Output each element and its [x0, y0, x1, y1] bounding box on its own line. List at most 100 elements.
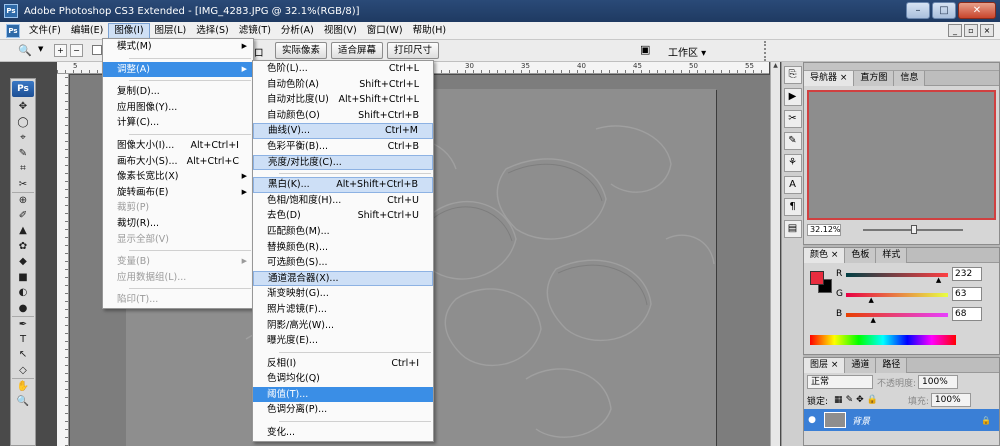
menu-item[interactable]: 计算(C)... [103, 115, 253, 131]
doc-close-button[interactable]: × [980, 24, 994, 37]
layer-name[interactable]: 背景 [852, 414, 870, 427]
navigator-zoom-slider[interactable] [863, 225, 963, 234]
menu-item[interactable]: 曲线(V)... Ctrl+M [253, 123, 433, 139]
menu-edit[interactable]: 编辑(E) [66, 23, 108, 39]
menu-item[interactable]: 色相/饱和度(H)... Ctrl+U [253, 193, 433, 209]
menu-item[interactable]: 色阶(L)... Ctrl+L [253, 61, 433, 77]
workspace-icon[interactable]: ▣ [640, 43, 656, 58]
navigator-thumbnail[interactable] [807, 90, 996, 220]
foreground-color-swatch[interactable] [810, 271, 824, 285]
lock-position-icon[interactable]: ✥ [856, 395, 864, 405]
print-size-button[interactable]: 打印尺寸 [387, 42, 440, 59]
hand-tool-icon[interactable]: ✋ [12, 378, 34, 394]
green-value-field[interactable]: 63 [952, 287, 982, 301]
blue-value-field[interactable]: 68 [952, 307, 982, 321]
menu-item[interactable]: 自动色阶(A) Shift+Ctrl+L [253, 77, 433, 93]
slider-knob[interactable] [911, 225, 917, 234]
zoom-tool-icon[interactable]: 🔍 [18, 44, 32, 57]
crop-tool-icon[interactable]: ⌗ [12, 161, 34, 177]
menu-item[interactable]: 亮度/对比度(C)... [253, 154, 433, 171]
tab-navigator[interactable]: 导航器 × [804, 71, 855, 86]
tab-info[interactable]: 信息 [894, 71, 926, 86]
blue-slider-track[interactable] [846, 313, 948, 317]
blue-slider-knob[interactable]: ▲ [871, 316, 876, 324]
photoshop-badge-icon[interactable]: Ps [12, 81, 34, 97]
opacity-field[interactable]: 100% [918, 375, 959, 389]
menu-item[interactable]: 照片滤镜(F)... [253, 302, 433, 318]
menu-window[interactable]: 窗口(W) [362, 23, 408, 39]
menu-item[interactable]: 匹配颜色(M)... [253, 224, 433, 240]
stamp-tool-icon[interactable]: ▲ [12, 223, 34, 239]
history-panel-icon[interactable]: ⎘ [783, 66, 802, 84]
marquee-tool-icon[interactable]: ◯ [12, 115, 34, 131]
pen-tool-icon[interactable]: ✒ [12, 316, 34, 332]
type-tool-icon[interactable]: T [12, 332, 34, 348]
menu-item[interactable]: 阴影/高光(W)... [253, 318, 433, 334]
layer-comps-icon[interactable]: ▤ [783, 220, 802, 238]
menu-item[interactable]: 像素长宽比(X) ▶ [103, 169, 253, 185]
color-spectrum-bar[interactable] [810, 335, 956, 345]
menu-select[interactable]: 选择(S) [191, 23, 233, 39]
menu-item[interactable]: 色调分离(P)... [253, 402, 433, 418]
tab-layers[interactable]: 图层 × [804, 358, 846, 373]
move-tool-icon[interactable]: ✥ [12, 99, 34, 115]
lasso-tool-icon[interactable]: ⌖ [12, 130, 34, 146]
zoom-in-icon[interactable]: + [54, 44, 67, 57]
tool-presets-icon[interactable]: ✂ [783, 110, 802, 128]
menu-item[interactable]: 图像大小(I)... Alt+Ctrl+I [103, 138, 253, 154]
menu-layer[interactable]: 图层(L) [150, 23, 192, 39]
tab-color[interactable]: 颜色 × [804, 248, 846, 263]
menu-item[interactable]: 色彩平衡(B)... Ctrl+B [253, 139, 433, 155]
lock-all-icon[interactable]: 🔒 [867, 395, 878, 405]
zoom-tool-icon[interactable]: 🔍 [12, 394, 34, 410]
actions-panel-icon[interactable]: ▶ [783, 88, 802, 106]
menu-item[interactable]: 阈值(T)... [253, 386, 433, 403]
menu-file[interactable]: 文件(F) [24, 23, 66, 39]
doc-minimize-button[interactable]: _ [948, 24, 962, 37]
menu-item[interactable]: 调整(A) ▶ [103, 61, 253, 78]
shape-tool-icon[interactable]: ◇ [12, 363, 34, 379]
minimize-button[interactable]: – [906, 2, 930, 19]
history-brush-tool-icon[interactable]: ✿ [12, 239, 34, 255]
menu-item[interactable]: 画布大小(S)... Alt+Ctrl+C [103, 154, 253, 170]
menu-item[interactable]: 旋转画布(E) ▶ [103, 185, 253, 201]
healing-tool-icon[interactable]: ⊕ [12, 192, 34, 208]
red-slider-track[interactable] [846, 273, 948, 277]
clone-source-icon[interactable]: ⚘ [783, 154, 802, 172]
gradient-tool-icon[interactable]: ■ [12, 270, 34, 286]
menu-item[interactable]: 去色(D) Shift+Ctrl+U [253, 208, 433, 224]
actual-pixels-button[interactable]: 实际像素 [275, 42, 328, 59]
tab-histogram[interactable]: 直方图 [854, 71, 895, 86]
paragraph-panel-icon[interactable]: ¶ [783, 198, 802, 216]
menu-view[interactable]: 视图(V) [319, 23, 362, 39]
character-panel-icon[interactable]: A [783, 176, 802, 194]
menu-filter[interactable]: 滤镜(T) [234, 23, 276, 39]
workspace-menu[interactable]: 工作区 ▾ [668, 44, 706, 59]
tab-paths[interactable]: 路径 [876, 358, 908, 373]
options-grip[interactable] [764, 41, 769, 61]
menu-item[interactable]: 渐变映射(G)... [253, 286, 433, 302]
panel-grip[interactable] [804, 63, 999, 71]
scroll-up-icon[interactable]: ▲ [771, 62, 780, 69]
menu-item[interactable]: 自动对比度(U) Alt+Shift+Ctrl+L [253, 92, 433, 108]
green-slider-track[interactable] [846, 293, 948, 297]
menu-item[interactable]: 黑白(K)... Alt+Shift+Ctrl+B [253, 177, 433, 193]
red-slider-knob[interactable]: ▲ [936, 276, 941, 284]
brushes-panel-icon[interactable]: ✎ [783, 132, 802, 150]
path-selection-tool-icon[interactable]: ↖ [12, 347, 34, 363]
menu-item[interactable]: 色调均化(Q) [253, 371, 433, 387]
zoom-out-icon[interactable]: − [70, 44, 83, 57]
menu-item[interactable]: 裁切(R)... [103, 216, 253, 232]
fill-field[interactable]: 100% [930, 393, 971, 407]
blur-tool-icon[interactable]: ◐ [12, 285, 34, 301]
menu-analysis[interactable]: 分析(A) [276, 23, 319, 39]
magic-wand-tool-icon[interactable]: ✎ [12, 146, 34, 162]
menu-image[interactable]: 图像(I) [108, 22, 150, 39]
layer-row-background[interactable]: ● 背景 🔒 [804, 409, 999, 431]
tab-channels[interactable]: 通道 [845, 358, 877, 373]
chevron-down-icon[interactable]: ▼ [38, 45, 43, 53]
vertical-scrollbar[interactable]: ▲ [770, 62, 780, 446]
restore-button[interactable]: □ [932, 2, 956, 19]
resize-windows-checkbox[interactable] [92, 45, 102, 55]
menu-item[interactable]: 替换颜色(R)... [253, 240, 433, 256]
